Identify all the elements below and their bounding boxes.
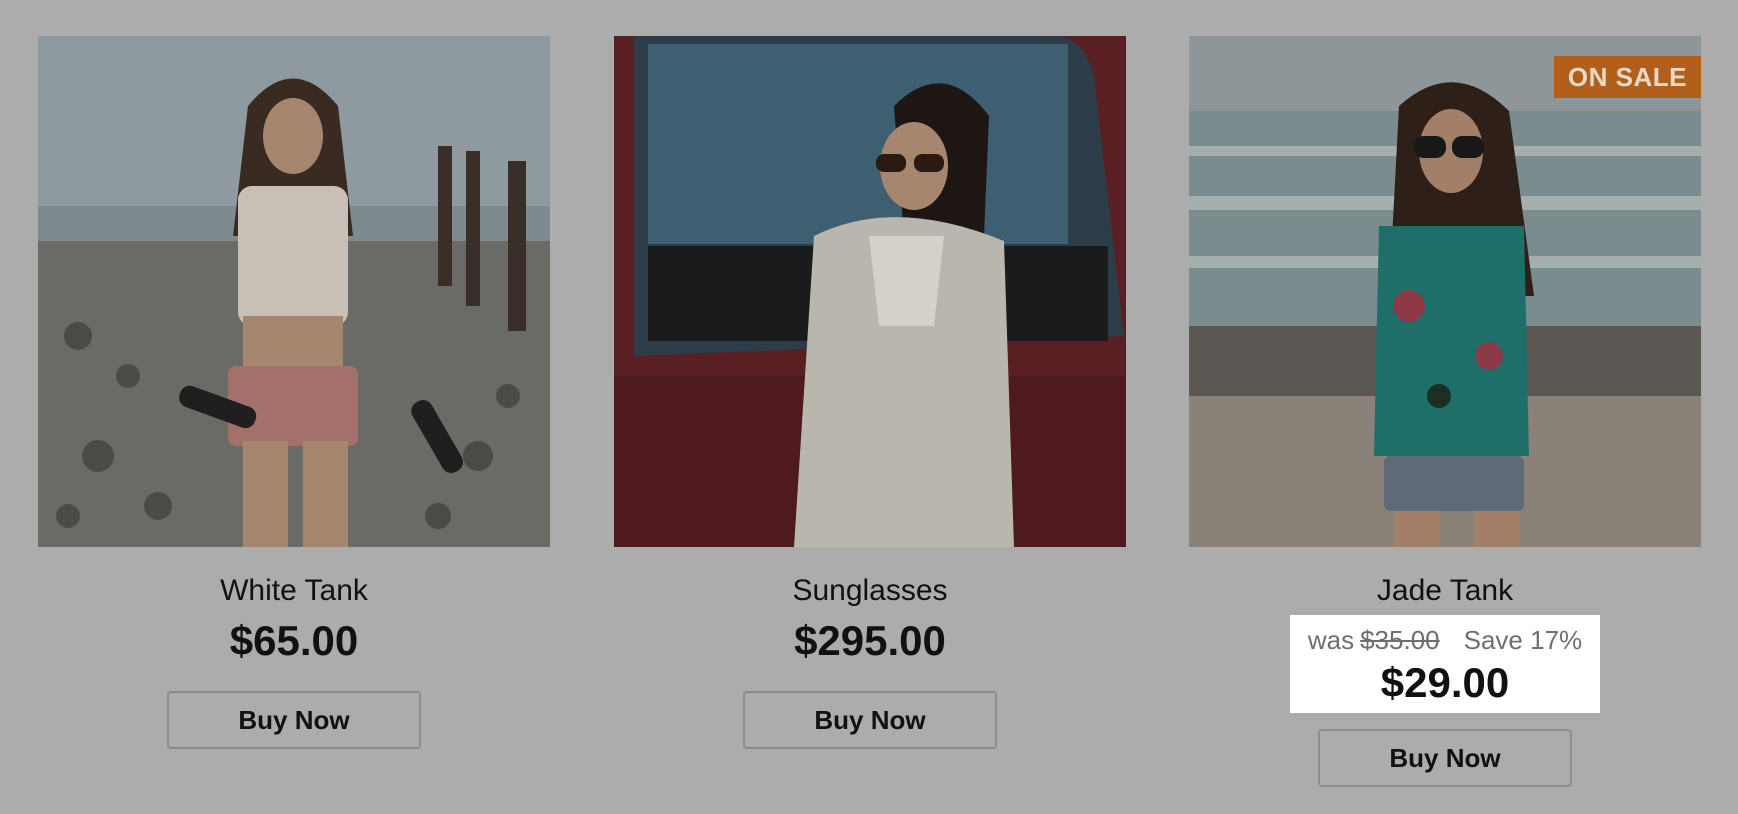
original-price: $35.00 (1360, 625, 1440, 655)
product-name[interactable]: Sunglasses (614, 573, 1126, 609)
product-card-white-tank: White Tank $65.00 Buy Now (38, 36, 550, 749)
buy-now-button[interactable]: Buy Now (1318, 729, 1572, 787)
product-info: Jade Tank was $35.00 Save 17% $29.00 Buy N… (1189, 573, 1701, 787)
product-info: White Tank $65.00 Buy Now (38, 573, 550, 749)
buy-now-button[interactable]: Buy Now (743, 691, 997, 749)
product-name[interactable]: Jade Tank (1189, 573, 1701, 609)
product-image-sunglasses[interactable] (614, 36, 1126, 547)
product-image-jade-tank[interactable]: ON SALE (1189, 36, 1701, 547)
product-price: $295.00 (794, 617, 946, 664)
product-card-jade-tank: ON SALE Jade Tank was $35.00 Save 17% $29.… (1189, 36, 1701, 787)
save-percent: Save 17% (1463, 625, 1583, 655)
was-price-line: was $35.00 Save 17% (1290, 625, 1600, 655)
product-image-white-tank[interactable] (38, 36, 550, 547)
product-info: Sunglasses $295.00 Buy Now (614, 573, 1126, 749)
product-price: $29.00 (1380, 659, 1510, 706)
product-name[interactable]: White Tank (38, 573, 550, 609)
product-price: $65.00 (229, 617, 359, 664)
sale-price-box: was $35.00 Save 17% $29.00 (1290, 615, 1600, 713)
was-label: was (1307, 625, 1355, 655)
product-card-sunglasses: Sunglasses $295.00 Buy Now (614, 36, 1126, 749)
on-sale-badge: ON SALE (1553, 56, 1701, 98)
buy-now-button[interactable]: Buy Now (167, 691, 421, 749)
